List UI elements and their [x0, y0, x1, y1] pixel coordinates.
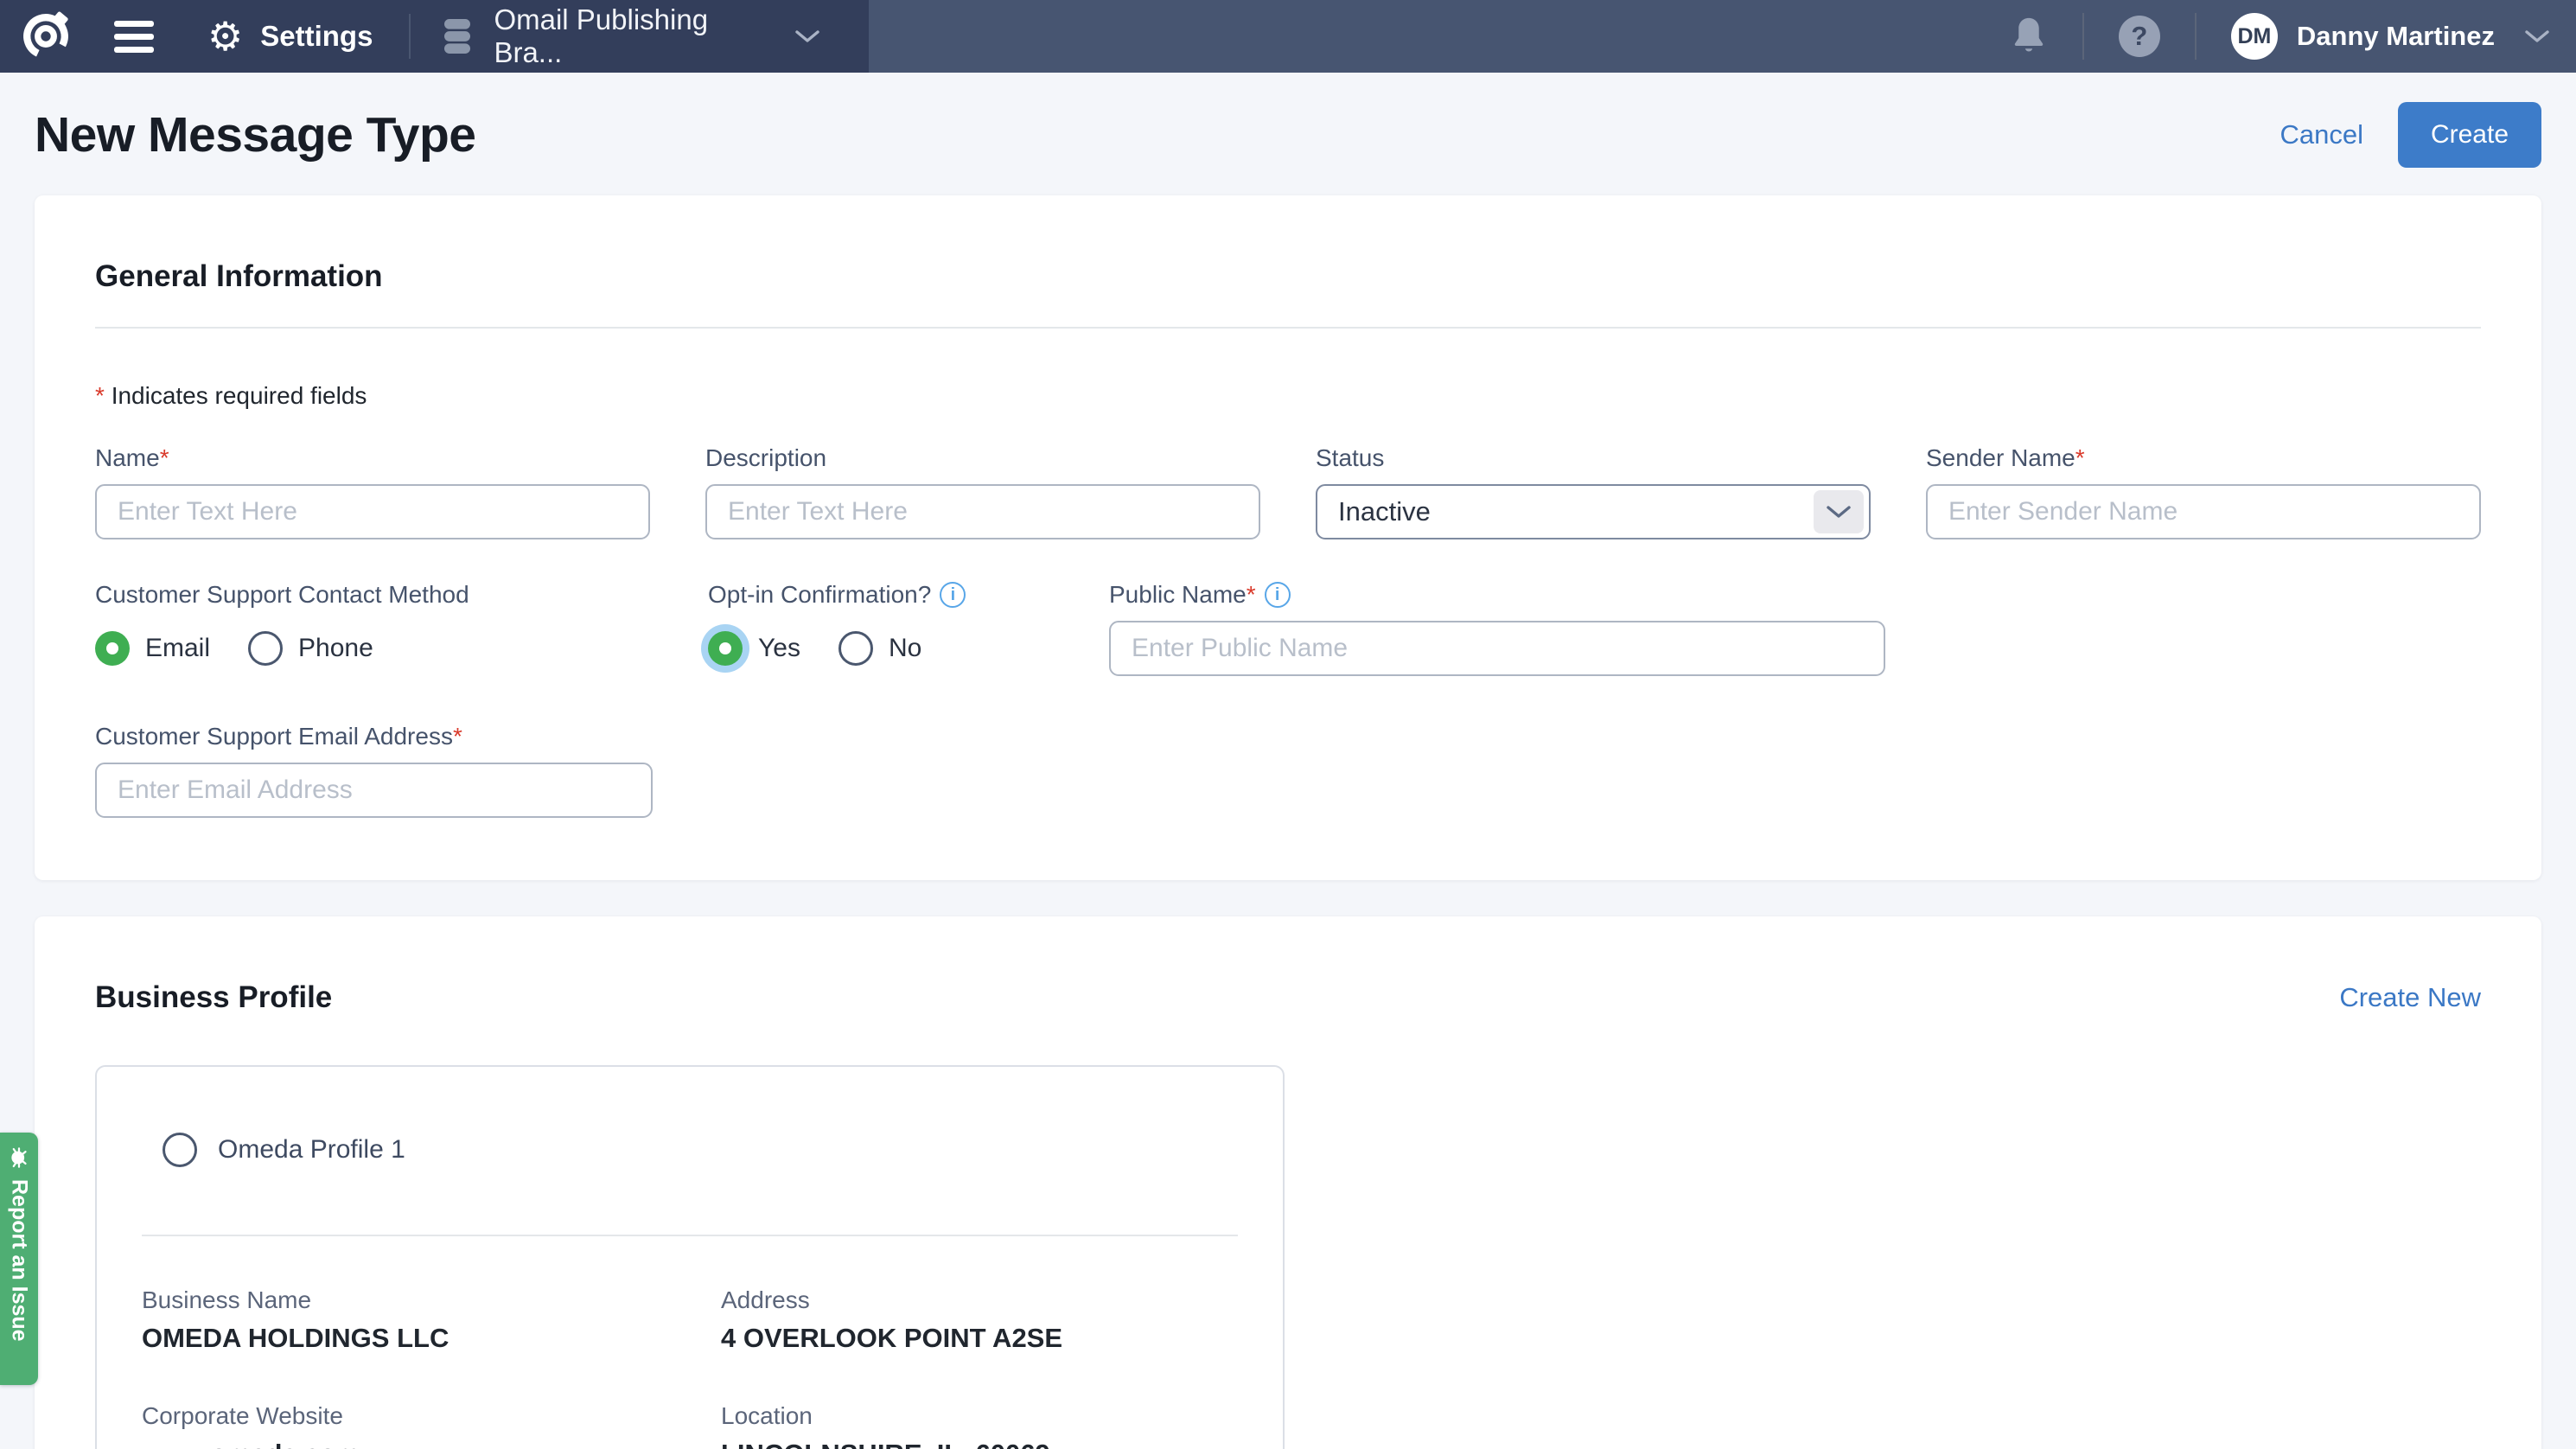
- database-icon: [440, 17, 475, 55]
- radio-unselected-icon: [248, 631, 283, 666]
- address-item: Address 4 OVERLOOK POINT A2SE: [721, 1286, 1238, 1354]
- create-button[interactable]: Create: [2398, 102, 2541, 168]
- page-title: New Message Type: [35, 106, 475, 163]
- omeda-logo-icon[interactable]: [21, 11, 71, 61]
- contact-method-label: Customer Support Contact Method: [95, 581, 653, 609]
- form-row-1: Name* Description Status Inactive: [95, 444, 2481, 539]
- public-name-input[interactable]: [1109, 621, 1885, 676]
- section-divider: [95, 327, 2481, 329]
- opt-in-no-option[interactable]: No: [838, 631, 921, 666]
- address-label: Address: [721, 1286, 1238, 1314]
- profile-radio-label: Omeda Profile 1: [218, 1135, 405, 1165]
- website-label: Corporate Website: [142, 1402, 721, 1430]
- header-divider: [2082, 13, 2084, 60]
- business-name-item: Business Name OMEDA HOLDINGS LLC: [142, 1286, 721, 1354]
- brand-label: Omail Publishing Bra...: [494, 3, 753, 69]
- select-chevron-button: [1814, 490, 1864, 533]
- support-email-group: Customer Support Email Address*: [95, 723, 653, 818]
- name-input[interactable]: [95, 484, 650, 539]
- settings-label: Settings: [260, 20, 373, 53]
- website-item: Corporate Website www.omeda.com: [142, 1402, 721, 1449]
- header-divider: [409, 14, 411, 59]
- business-name-label: Business Name: [142, 1286, 721, 1314]
- page-title-row: New Message Type Cancel Create: [35, 99, 2541, 171]
- sender-name-field-group: Sender Name*: [1926, 444, 2481, 539]
- chevron-down-icon: [794, 29, 820, 44]
- chevron-down-icon: [2524, 29, 2550, 44]
- top-navigation-bar: ⚙ Settings Omail Publishing Bra... ?: [0, 0, 2576, 73]
- support-email-label: Customer Support Email Address*: [95, 723, 653, 750]
- description-label: Description: [705, 444, 1260, 472]
- radio-unselected-icon: [163, 1133, 197, 1167]
- radio-selected-icon: [708, 631, 743, 666]
- status-select[interactable]: Inactive: [1316, 484, 1871, 539]
- status-label: Status: [1316, 444, 1871, 472]
- topbar-left-section: ⚙ Settings Omail Publishing Bra...: [0, 0, 869, 73]
- description-input[interactable]: [705, 484, 1260, 539]
- omeda-profile-card: Omeda Profile 1 Business Name OMEDA HOLD…: [95, 1065, 1285, 1449]
- name-field-group: Name*: [95, 444, 650, 539]
- required-fields-note: * Indicates required fields: [95, 382, 2481, 410]
- nav-settings[interactable]: ⚙ Settings: [207, 16, 373, 56]
- report-an-issue-label: Report an Issue: [7, 1179, 32, 1342]
- description-field-group: Description: [705, 444, 1260, 539]
- contact-method-options: Email Phone: [95, 631, 653, 666]
- chevron-down-icon: [1826, 504, 1852, 520]
- website-value: www.omeda.com: [142, 1439, 721, 1449]
- profile-divider: [142, 1235, 1238, 1236]
- page-actions: Cancel Create: [2280, 102, 2541, 168]
- opt-in-options: Yes No: [708, 631, 1054, 666]
- page-content: New Message Type Cancel Create General I…: [0, 99, 2576, 1449]
- profile-details-grid: Business Name OMEDA HOLDINGS LLC Address…: [142, 1286, 1238, 1449]
- gear-icon: ⚙: [207, 16, 243, 56]
- location-value: LINCOLNSHIRE, IL, 60069: [721, 1439, 1238, 1449]
- business-name-value: OMEDA HOLDINGS LLC: [142, 1323, 721, 1354]
- menu-hamburger-icon[interactable]: [114, 14, 154, 60]
- bug-icon: [6, 1145, 32, 1171]
- profile-radio-option[interactable]: Omeda Profile 1: [142, 1133, 1238, 1167]
- radio-selected-icon: [95, 631, 130, 666]
- support-email-input[interactable]: [95, 763, 653, 818]
- sender-name-input[interactable]: [1926, 484, 2481, 539]
- name-label: Name*: [95, 444, 650, 472]
- public-name-label: Public Name* i: [1109, 581, 1885, 609]
- business-profile-heading: Business Profile: [95, 980, 332, 1015]
- header-divider: [2195, 13, 2197, 60]
- location-label: Location: [721, 1402, 1238, 1430]
- general-information-heading: General Information: [95, 259, 2481, 294]
- contact-method-phone-option[interactable]: Phone: [248, 631, 373, 666]
- location-item: Location LINCOLNSHIRE, IL, 60069: [721, 1402, 1238, 1449]
- opt-in-label: Opt-in Confirmation? i: [708, 581, 1054, 609]
- avatar-initials: DM: [2237, 24, 2271, 49]
- radio-unselected-icon: [838, 631, 873, 666]
- public-name-group: Public Name* i: [1109, 581, 1885, 676]
- contact-method-group: Customer Support Contact Method Email Ph…: [95, 581, 653, 676]
- form-row-2: Customer Support Contact Method Email Ph…: [95, 581, 2481, 676]
- opt-in-group: Opt-in Confirmation? i Yes No: [708, 581, 1054, 676]
- status-field-group: Status Inactive: [1316, 444, 1871, 539]
- contact-method-email-option[interactable]: Email: [95, 631, 210, 666]
- user-menu[interactable]: DM Danny Martinez: [2231, 13, 2550, 60]
- cancel-button[interactable]: Cancel: [2280, 119, 2363, 150]
- address-value: 4 OVERLOOK POINT A2SE: [721, 1323, 1238, 1354]
- sender-name-label: Sender Name*: [1926, 444, 2481, 472]
- info-icon[interactable]: i: [940, 582, 966, 608]
- info-icon[interactable]: i: [1265, 582, 1291, 608]
- topbar-right-section: ? DM Danny Martinez: [869, 0, 2576, 73]
- create-new-link[interactable]: Create New: [2339, 982, 2481, 1013]
- status-selected-value: Inactive: [1338, 496, 1431, 527]
- business-profile-header: Business Profile Create New: [95, 980, 2481, 1015]
- brand-dropdown[interactable]: Omail Publishing Bra...: [440, 3, 820, 69]
- user-name: Danny Martinez: [2297, 21, 2495, 52]
- business-profile-card: Business Profile Create New Omeda Profil…: [35, 916, 2541, 1449]
- general-information-card: General Information * Indicates required…: [35, 195, 2541, 880]
- notifications-bell-icon[interactable]: [2010, 16, 2048, 57]
- report-an-issue-tab[interactable]: Report an Issue: [0, 1133, 38, 1385]
- help-icon[interactable]: ?: [2119, 16, 2160, 57]
- avatar: DM: [2231, 13, 2278, 60]
- opt-in-yes-option[interactable]: Yes: [708, 631, 800, 666]
